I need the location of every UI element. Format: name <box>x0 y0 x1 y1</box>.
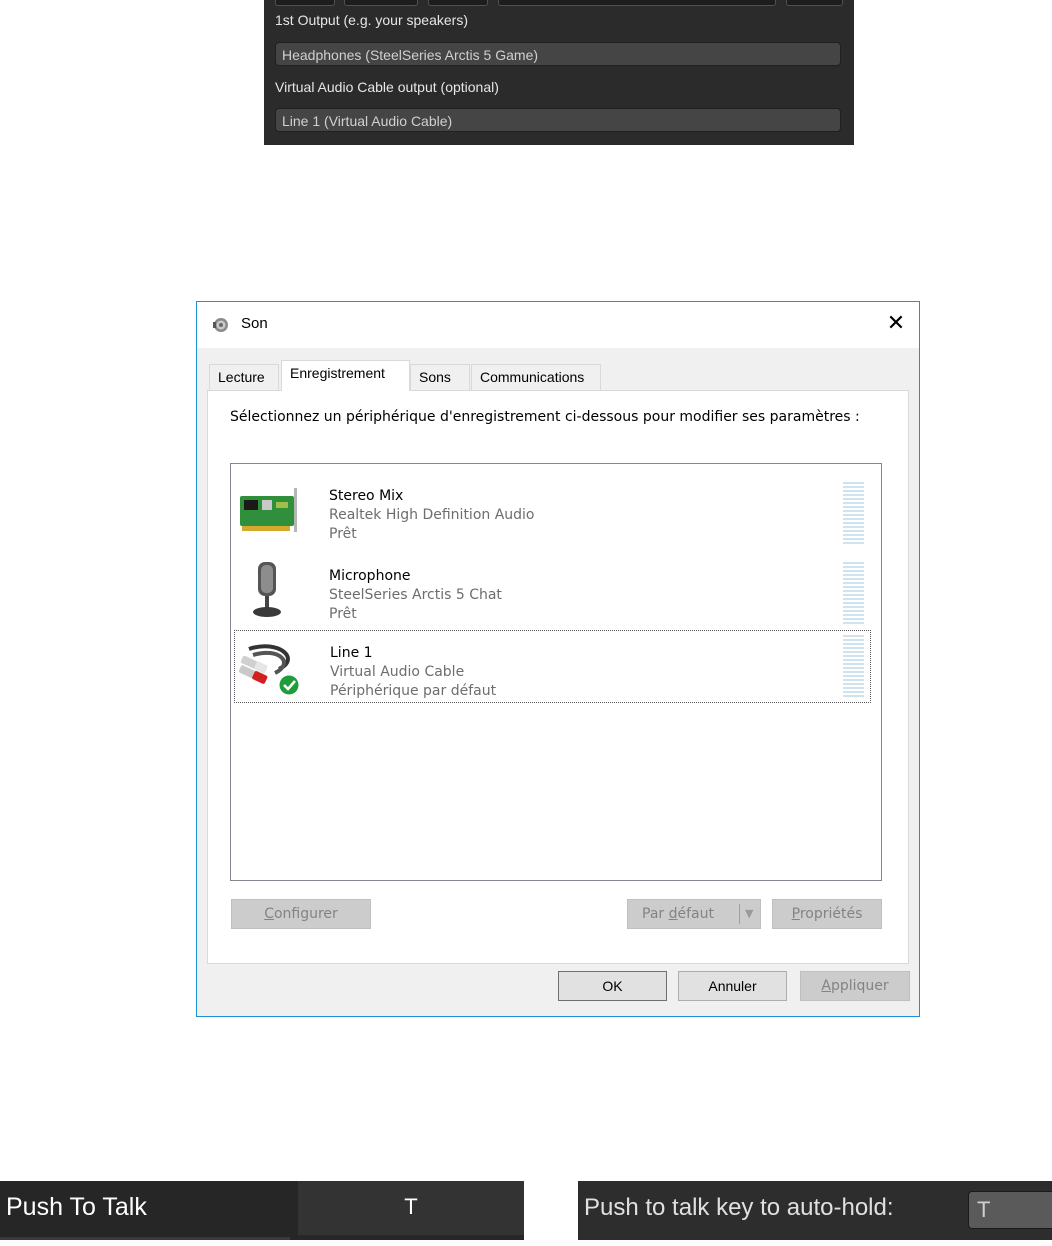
apply-button[interactable]: Appliquer <box>800 971 910 1001</box>
device-row-line-1[interactable]: Line 1 Virtual Audio Cable Périphérique … <box>234 630 871 703</box>
close-icon: ✕ <box>886 311 906 336</box>
set-default-split-button[interactable]: Par défaut ▼ <box>627 899 761 929</box>
dialog-title: Son <box>241 315 268 332</box>
level-meter <box>843 635 864 697</box>
device-driver: SteelSeries Arctis 5 Chat <box>329 587 502 603</box>
device-name: Line 1 <box>330 645 373 661</box>
sound-card-icon <box>240 488 297 532</box>
split-separator <box>739 904 740 924</box>
microphone-icon <box>253 562 281 617</box>
push-to-talk-label: Push To Talk <box>6 1193 147 1221</box>
vac-output-select[interactable]: Line 1 (Virtual Audio Cable) <box>275 108 841 132</box>
properties-button[interactable]: Propriétés <box>772 899 882 929</box>
panel-top-button[interactable] <box>275 0 335 6</box>
device-status: Prêt <box>329 606 357 622</box>
auto-hold-label: Push to talk key to auto-hold: <box>584 1194 894 1221</box>
push-to-talk-row: Push To Talk T <box>0 1181 524 1240</box>
output1-label: 1st Output (e.g. your speakers) <box>275 12 468 28</box>
output1-select[interactable]: Headphones (SteelSeries Arctis 5 Game) <box>275 42 841 66</box>
cancel-button[interactable]: Annuler <box>678 971 787 1001</box>
panel-top-button[interactable] <box>344 0 418 6</box>
level-meter <box>843 482 864 544</box>
close-button[interactable]: ✕ <box>873 302 919 348</box>
tab-lecture[interactable]: Lecture <box>209 364 279 390</box>
push-to-talk-key-button[interactable]: T <box>298 1181 524 1235</box>
speaker-icon <box>213 318 228 332</box>
audio-output-panel: 1st Output (e.g. your speakers) Headphon… <box>264 0 854 145</box>
tab-enregistrement[interactable]: Enregistrement <box>281 360 410 391</box>
device-driver: Realtek High Definition Audio <box>329 507 535 523</box>
panel-top-button[interactable] <box>786 0 843 6</box>
row-divider <box>0 1237 290 1240</box>
device-name: Microphone <box>329 568 411 584</box>
device-status: Périphérique par défaut <box>330 683 497 699</box>
recording-tab-panel: Sélectionnez un périphérique d'enregistr… <box>207 390 909 964</box>
vac-output-label: Virtual Audio Cable output (optional) <box>275 79 499 95</box>
dialog-titlebar[interactable]: Son ✕ <box>197 302 919 348</box>
configure-button[interactable]: Configurer <box>231 899 371 929</box>
ok-button[interactable]: OK <box>558 971 667 1001</box>
sound-dialog: Son ✕ Lecture Enregistrement Sons Commun… <box>196 301 920 1017</box>
panel-top-button[interactable] <box>428 0 488 6</box>
auto-hold-key-input[interactable]: T <box>968 1191 1052 1229</box>
recording-device-list[interactable]: Stereo Mix Realtek High Definition Audio… <box>230 463 882 881</box>
device-status: Prêt <box>329 526 357 542</box>
panel-top-field[interactable] <box>498 0 776 6</box>
dropdown-arrow-icon[interactable]: ▼ <box>745 900 753 928</box>
device-row-microphone[interactable]: Microphone SteelSeries Arctis 5 Chat Prê… <box>234 554 871 627</box>
tab-sons[interactable]: Sons <box>410 364 470 390</box>
device-name: Stereo Mix <box>329 488 404 504</box>
rca-cable-icon <box>239 644 300 696</box>
device-driver: Virtual Audio Cable <box>330 664 465 680</box>
level-meter <box>843 562 864 624</box>
auto-hold-row: Push to talk key to auto-hold: T <box>578 1181 1052 1240</box>
instruction-text: Sélectionnez un périphérique d'enregistr… <box>230 409 860 425</box>
device-row-stereo-mix[interactable]: Stereo Mix Realtek High Definition Audio… <box>234 474 871 547</box>
tab-communications[interactable]: Communications <box>471 364 601 390</box>
